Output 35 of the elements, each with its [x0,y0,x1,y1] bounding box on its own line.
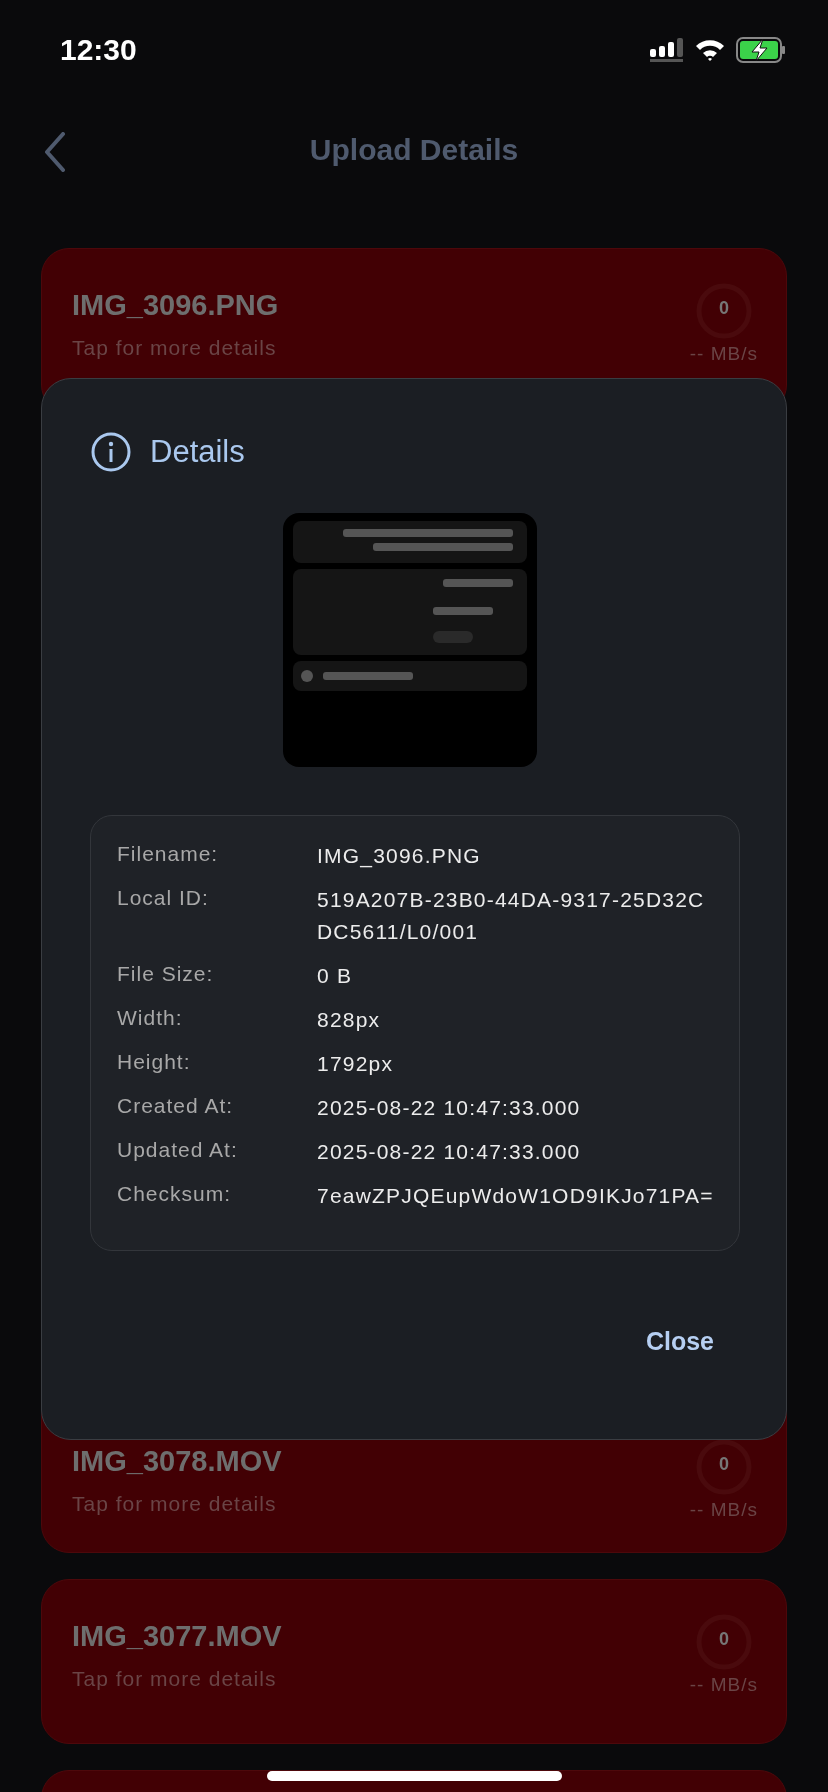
signal-icon [650,37,684,63]
field-value: 2025-08-22 10:47:33.000 [317,1095,582,1121]
dialog-title: Details [150,434,245,470]
field-value: 1792px [317,1051,395,1077]
field-label: Updated At: [117,1137,239,1163]
back-icon[interactable] [44,132,66,172]
field-label: Created At: [117,1093,235,1119]
upload-card[interactable]: IMG_3077.MOV Tap for more details 0 -- MB/s [41,1579,787,1744]
card-subtitle: Tap for more details [72,1667,278,1691]
status-time: 12:30 [60,33,137,67]
upload-speed: -- MB/s [689,343,758,365]
card-subtitle: Tap for more details [72,336,278,360]
field-label: File Size: [117,961,215,987]
field-value: 2025-08-22 10:47:33.000 [317,1139,582,1165]
info-icon [90,431,132,473]
card-subtitle: Tap for more details [72,1492,278,1516]
field-label: Local ID: [117,885,210,911]
field-label: Filename: [117,841,220,867]
field-label: Width: [117,1005,184,1031]
page-title: Upload Details [309,133,519,167]
field-value: 0 B [317,963,354,989]
file-name: IMG_3077.MOV [72,1620,282,1653]
upload-speed: -- MB/s [689,1674,758,1696]
field-value: IMG_3096.PNG [317,843,482,870]
field-value: 828px [317,1007,382,1033]
field-value: 7eawZPJQEupWdoW1OD9IKJo71PA= [317,1183,715,1209]
battery-charging-icon [736,37,786,63]
field-label: Checksum: [117,1181,233,1207]
file-name: IMG_3096.PNG [72,289,279,322]
wifi-icon [694,38,726,62]
file-name: IMG_3078.MOV [72,1445,282,1478]
close-button[interactable]: Close [625,1321,734,1362]
upload-speed: -- MB/s [689,1499,758,1521]
field-label: Height: [117,1049,192,1075]
field-value: 519A207B-23B0-44DA-9317-25D32CDC5611/L0/001 [317,887,706,945]
